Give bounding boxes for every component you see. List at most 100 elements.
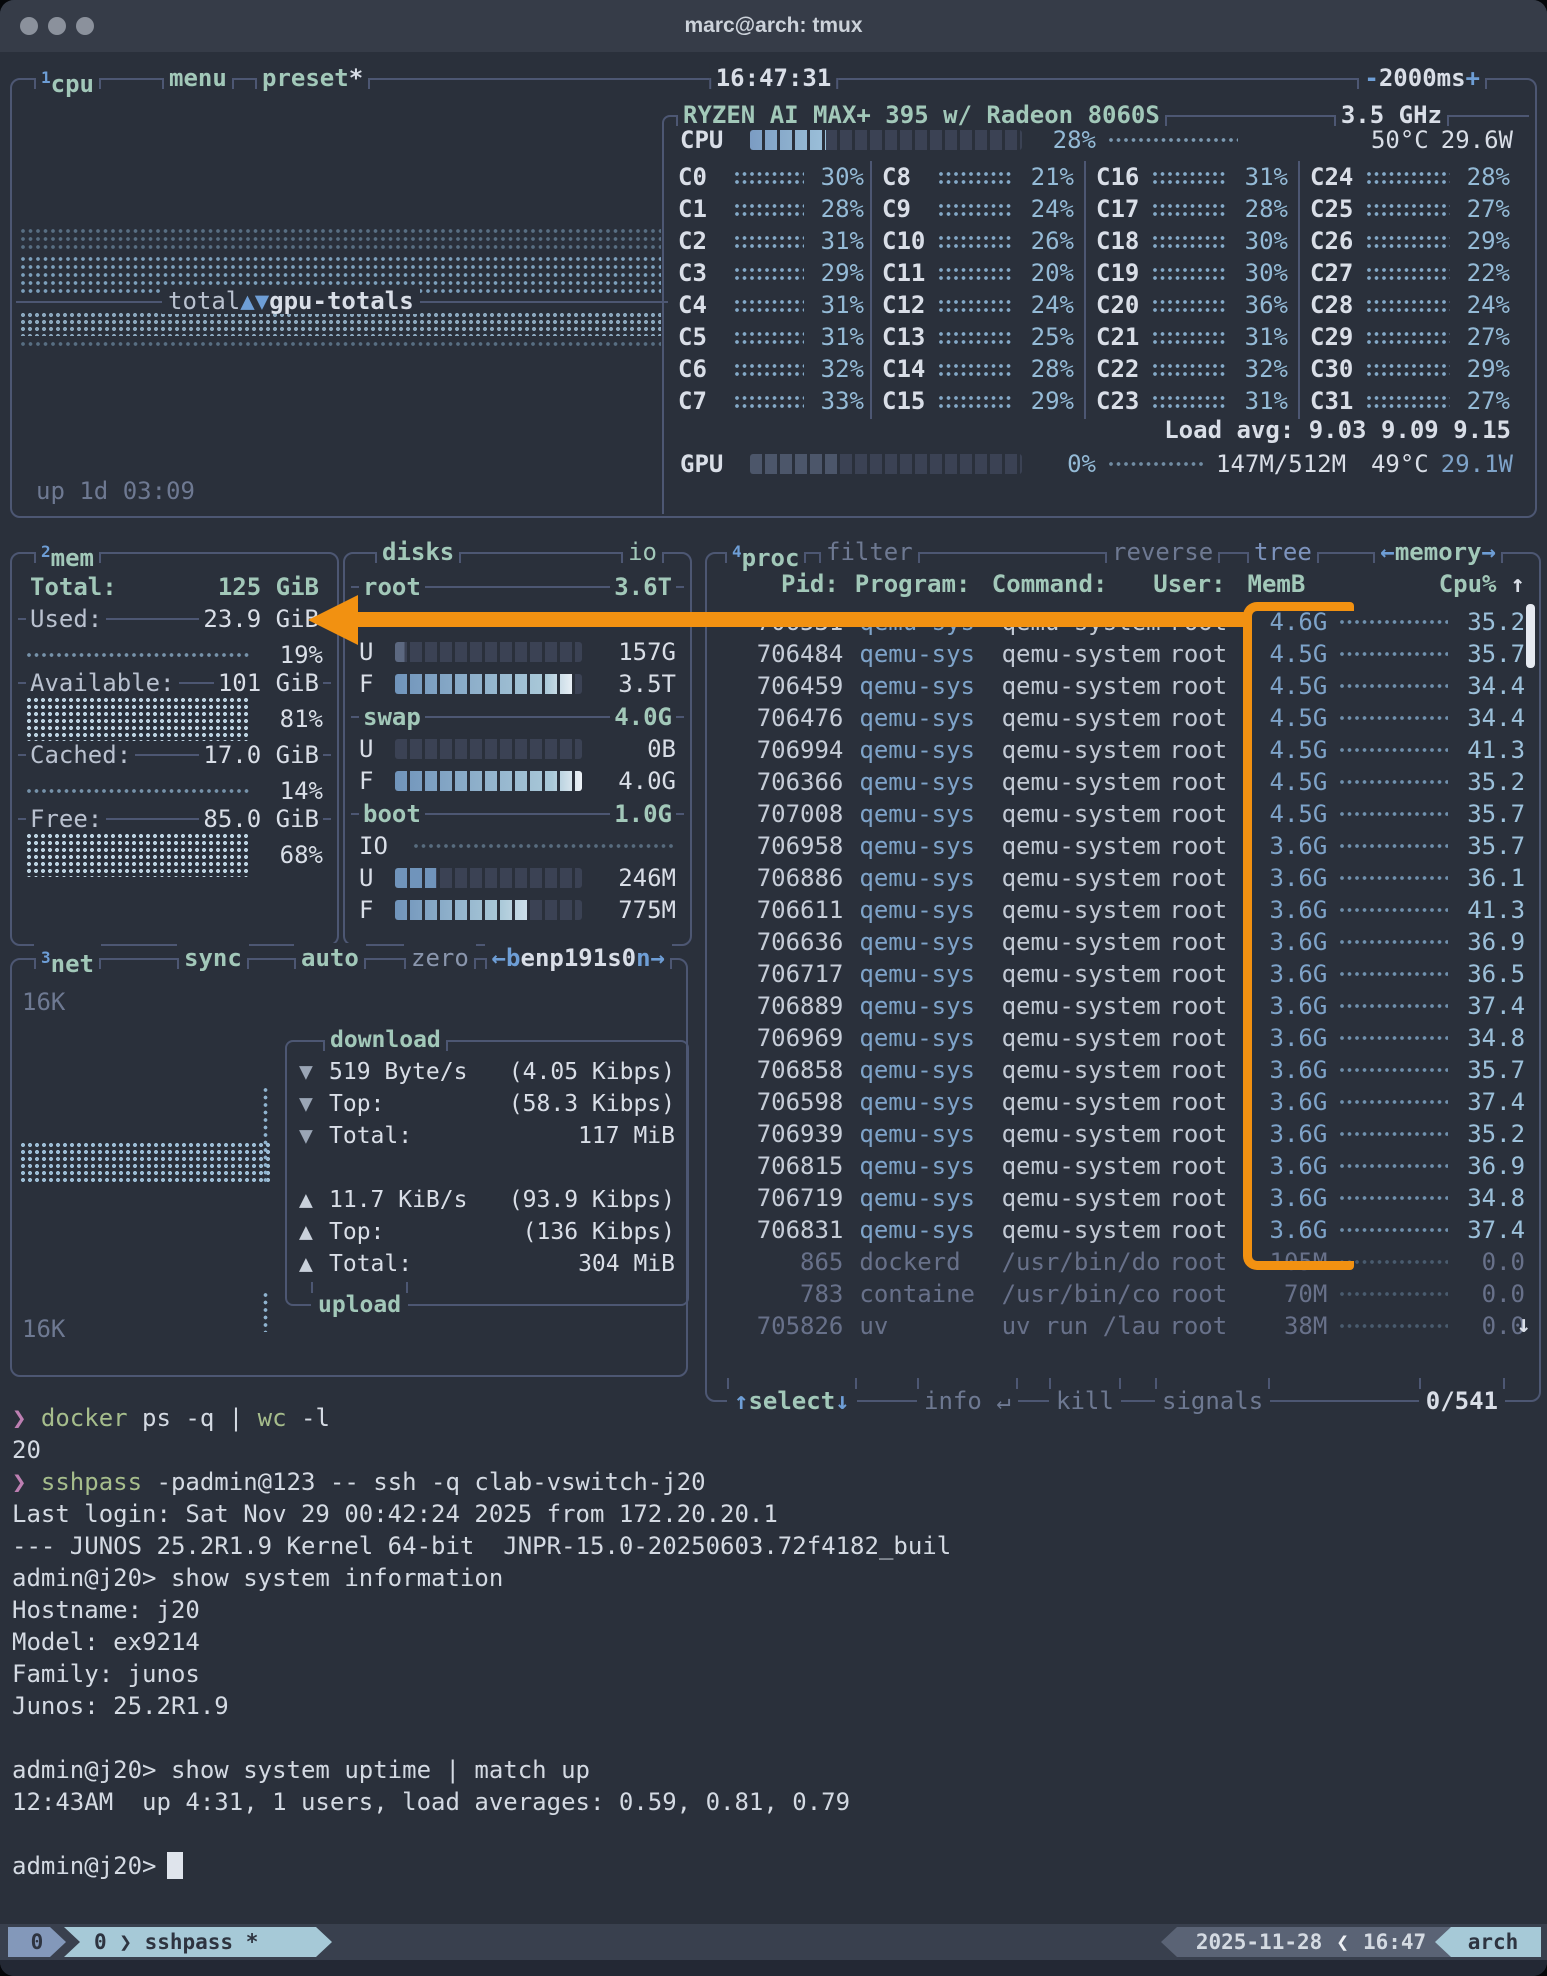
proc-program: qemu-sys [859,960,975,988]
mem-cached-graph-row: 14% [26,777,323,805]
col-memb[interactable]: MemB [1231,570,1306,598]
filter-button[interactable]: filter [819,537,920,567]
process-row[interactable]: 706611 qemu-sys qemu-system root 3.6G 41… [721,894,1525,926]
proc-scrollbar[interactable] [1526,604,1535,668]
interval-increase-button[interactable]: + [1466,64,1480,92]
net-box-label: 3net [34,943,101,978]
process-row[interactable]: 706636 qemu-sys qemu-system root 3.6G 36… [721,926,1525,958]
select-control[interactable]: ↑select↓ [727,1378,857,1416]
mem-box-label: 2mem [34,537,101,572]
process-row[interactable]: 705826 uv uv run /lau root 38M 0.0 [721,1310,1525,1342]
process-row[interactable]: 706969 qemu-sys qemu-system root 3.6G 34… [721,1022,1525,1054]
process-row[interactable]: 783 containe /usr/bin/co root 70M 0.0 [721,1278,1525,1310]
annotation-memb-bracket [1243,602,1354,1270]
core-label: C11 [882,259,926,287]
process-row[interactable]: 706889 qemu-sys qemu-system root 3.6G 37… [721,990,1525,1022]
net-upload-spike [263,1292,268,1332]
mem-available-row: Available: 101 GiB [18,669,331,697]
proc-user: root [1169,1024,1228,1052]
sort-direction-icon[interactable]: ↑ [1497,570,1525,598]
process-row[interactable]: 706858 qemu-sys qemu-system root 3.6G 35… [721,1054,1525,1086]
process-row[interactable]: 706886 qemu-sys qemu-system root 3.6G 36… [721,862,1525,894]
disks-box-label[interactable]: disks [375,537,462,567]
proc-command: uv run /lau [1001,1312,1161,1340]
menu-button[interactable]: menu [162,63,234,93]
core-pct: 30% [1244,259,1288,287]
shell-prompt-line[interactable]: admin@j20> [12,1850,1539,1882]
process-row[interactable]: 706476 qemu-sys qemu-system root 4.5G 34… [721,702,1525,734]
col-cpu[interactable]: Cpu% [1434,570,1497,598]
mem-cached-graph [26,786,251,796]
proc-user: root [1169,1216,1228,1244]
sort-next-button[interactable]: → [1482,538,1496,566]
proc-user: root [1169,672,1228,700]
process-row[interactable]: 706366 qemu-sys qemu-system root 4.5G 35… [721,766,1525,798]
core-graph [1152,330,1228,344]
cpu-box-number: 1 [41,68,51,87]
cpu-graph-mode[interactable]: total ▲▼ gpu-totals [162,287,420,315]
preset-button[interactable]: preset* [255,63,371,93]
process-row[interactable]: 706719 qemu-sys qemu-system root 3.6G 34… [721,1182,1525,1214]
core-graph [1366,362,1450,376]
core-row: C23 31% [1096,385,1288,417]
process-row[interactable]: 706831 qemu-sys qemu-system root 3.6G 37… [721,1214,1525,1246]
select-up-icon[interactable]: ↑ [734,1387,748,1415]
scroll-more-icon[interactable]: ↓ [1517,1310,1531,1338]
core-label: C29 [1310,323,1354,351]
core-label: C25 [1310,195,1354,223]
shell-line: 12:43AM up 4:31, 1 users, load averages:… [12,1788,851,1816]
proc-command: qemu-system [1001,704,1161,732]
upload-rate-row: ▲ 11.7 KiB/s (93.9 Kibps) [299,1187,675,1213]
core-label: C17 [1096,195,1140,223]
terminal-window: marc@arch: tmux 1cpu menu preset* 16:47:… [0,0,1547,1976]
tree-button[interactable]: tree [1247,537,1319,567]
col-command[interactable]: Command: [992,570,1154,598]
select-down-icon[interactable]: ↓ [835,1387,849,1415]
proc-program: qemu-sys [859,1088,975,1116]
disk-boot-header: boot 1.0G [351,800,684,828]
process-row[interactable]: 706815 qemu-sys qemu-system root 3.6G 36… [721,1150,1525,1182]
process-row[interactable]: 707008 qemu-sys qemu-system root 4.5G 35… [721,798,1525,830]
proc-program: qemu-sys [859,1152,975,1180]
reverse-button[interactable]: reverse [1105,537,1221,567]
process-row[interactable]: 706484 qemu-sys qemu-system root 4.5G 35… [721,638,1525,670]
net-sync-button[interactable]: sync [177,943,249,973]
process-row[interactable]: 706994 qemu-sys qemu-system root 4.5G 41… [721,734,1525,766]
core-pct: 31% [820,227,864,255]
process-row[interactable]: 706717 qemu-sys qemu-system root 3.6G 36… [721,958,1525,990]
kill-button[interactable]: kill [1049,1378,1121,1416]
tmux-window-tab[interactable]: 0 ❯ sshpass * [64,1927,332,1957]
core-row: C0 30% [678,161,864,193]
process-row[interactable]: 865 dockerd /usr/bin/do root 105M 0.0 [721,1246,1525,1278]
process-row[interactable]: 706939 qemu-sys qemu-system root 3.6G 35… [721,1118,1525,1150]
mem-free-graph [26,833,251,877]
core-pct: 28% [820,195,864,223]
io-mode-button[interactable]: io [621,537,664,567]
core-graph [734,330,804,344]
proc-rows: 706531 qemu-sys qemu-system root 4.6G 35… [721,606,1525,1246]
proc-pid: 706858 [756,1056,844,1084]
iface-prev-button[interactable]: ←b [492,944,521,972]
tmux-session-badge[interactable]: 0 [8,1927,66,1957]
sort-prev-button[interactable]: ← [1380,538,1394,566]
net-zero-button[interactable]: zero [404,943,476,973]
interval-decrease-button[interactable]: - [1364,64,1378,92]
col-pid[interactable]: Pid: [721,570,839,598]
shell-line: Family: junos [12,1660,200,1688]
col-user[interactable]: User: [1153,570,1231,598]
process-row[interactable]: 706459 qemu-sys qemu-system root 4.5G 34… [721,670,1525,702]
signals-button[interactable]: signals [1155,1378,1271,1416]
net-auto-button[interactable]: auto [294,943,366,973]
process-row[interactable]: 706958 qemu-sys qemu-system root 3.6G 35… [721,830,1525,862]
proc-command: qemu-system [1001,672,1161,700]
upload-total-row: ▲ Total: 304 MiB [299,1251,675,1277]
proc-cpu-graph [1339,1033,1448,1043]
iface-next-button[interactable]: n→ [636,944,665,972]
process-row[interactable]: 706598 qemu-sys qemu-system root 3.6G 37… [721,1086,1525,1118]
proc-user: root [1169,1120,1228,1148]
col-program[interactable]: Program: [855,570,988,598]
info-button[interactable]: info ↵ [917,1378,1018,1416]
core-row: C31 27% [1310,385,1510,417]
proc-pid: 706831 [756,1216,844,1244]
annotation-arrow-head [308,595,358,645]
